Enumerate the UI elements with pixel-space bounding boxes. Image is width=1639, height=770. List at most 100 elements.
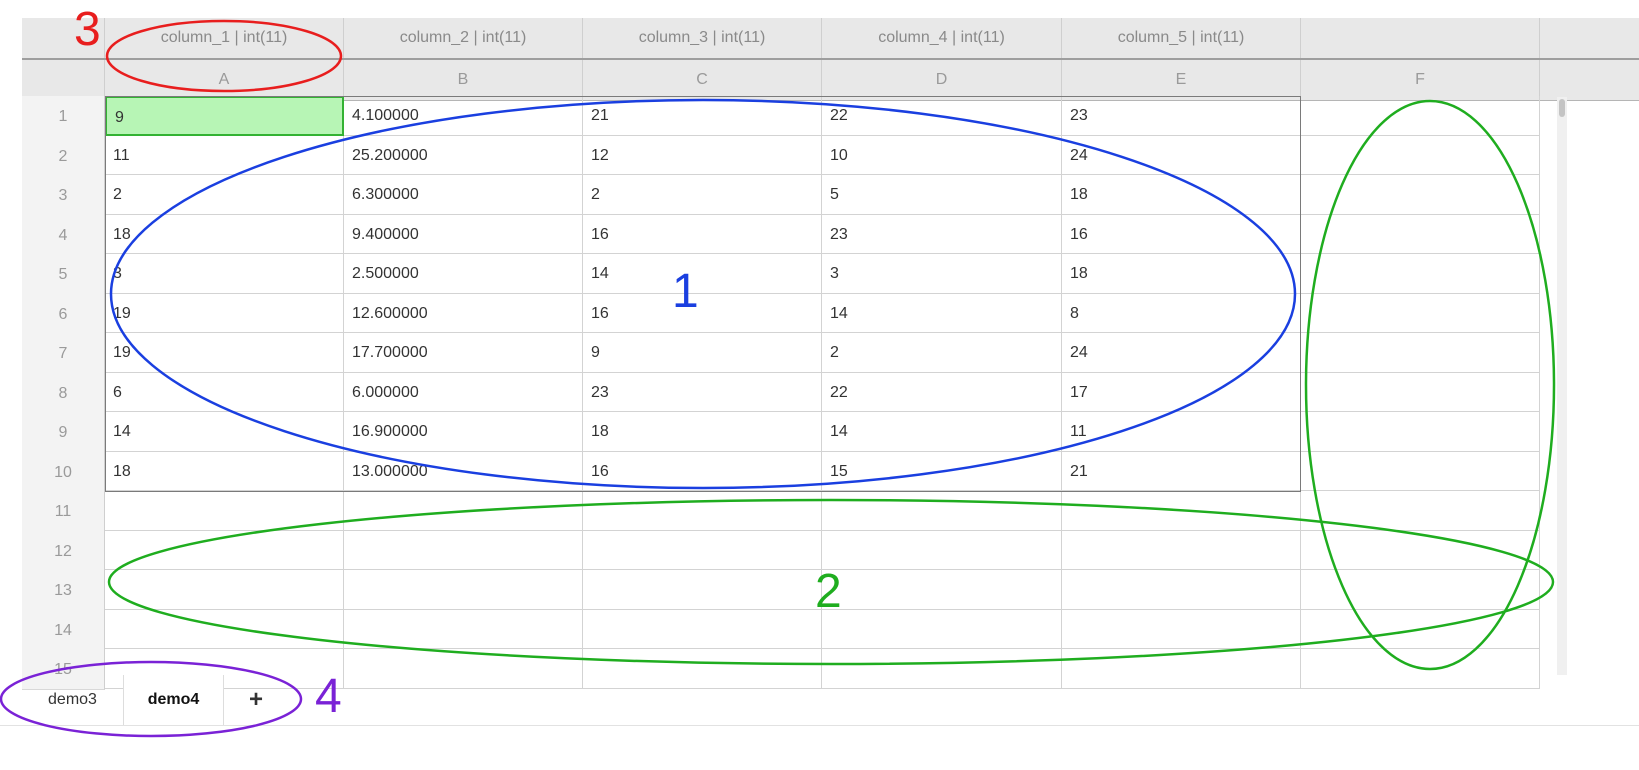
cell-c14[interactable] xyxy=(583,609,822,649)
cell-f8[interactable] xyxy=(1301,372,1540,412)
cell-d2[interactable]: 10 xyxy=(822,135,1062,175)
cell-d3[interactable]: 5 xyxy=(822,175,1062,215)
cell-f9[interactable] xyxy=(1301,412,1540,452)
cell-b6[interactable]: 12.600000 xyxy=(344,293,583,333)
cell-d10[interactable]: 15 xyxy=(822,451,1062,491)
cell-a9[interactable]: 14 xyxy=(105,412,344,452)
column-header-f[interactable]: F xyxy=(1301,60,1540,100)
row-header-6[interactable]: 6 xyxy=(22,293,105,335)
cell-b10[interactable]: 13.000000 xyxy=(344,451,583,491)
cell-c3[interactable]: 2 xyxy=(583,175,822,215)
column-meta-4[interactable]: column_4 | int(11) xyxy=(822,18,1062,58)
cell-e14[interactable] xyxy=(1062,609,1301,649)
cell-c5[interactable]: 14 xyxy=(583,254,822,294)
cell-d11[interactable] xyxy=(822,491,1062,531)
column-header-c[interactable]: C xyxy=(583,60,822,100)
cell-e10[interactable]: 21 xyxy=(1062,451,1301,491)
column-header-e[interactable]: E xyxy=(1062,60,1301,100)
column-meta-2[interactable]: column_2 | int(11) xyxy=(344,18,583,58)
cell-f3[interactable] xyxy=(1301,175,1540,215)
cell-f5[interactable] xyxy=(1301,254,1540,294)
cell-b9[interactable]: 16.900000 xyxy=(344,412,583,452)
cell-f10[interactable] xyxy=(1301,451,1540,491)
cell-f11[interactable] xyxy=(1301,491,1540,531)
cell-f4[interactable] xyxy=(1301,214,1540,254)
corner-cell[interactable] xyxy=(22,60,105,100)
row-header-14[interactable]: 14 xyxy=(22,609,105,651)
cell-c2[interactable]: 12 xyxy=(583,135,822,175)
row-header-10[interactable]: 10 xyxy=(22,451,105,493)
scrollbar-thumb[interactable] xyxy=(1559,99,1565,117)
cell-b4[interactable]: 9.400000 xyxy=(344,214,583,254)
cell-d8[interactable]: 22 xyxy=(822,372,1062,412)
cell-e5[interactable]: 18 xyxy=(1062,254,1301,294)
row-header-3[interactable]: 3 xyxy=(22,175,105,216)
cell-b13[interactable] xyxy=(344,570,583,610)
column-header-d[interactable]: D xyxy=(822,60,1062,100)
cell-d4[interactable]: 23 xyxy=(822,214,1062,254)
cell-b1[interactable]: 4.100000 xyxy=(344,96,583,136)
vertical-scrollbar[interactable] xyxy=(1557,97,1567,675)
cell-e12[interactable] xyxy=(1062,530,1301,570)
cell-c13[interactable] xyxy=(583,570,822,610)
tab-demo4[interactable]: demo4 xyxy=(123,675,224,725)
cell-e9[interactable]: 11 xyxy=(1062,412,1301,452)
cell-a5[interactable]: 3 xyxy=(105,254,344,294)
row-header-4[interactable]: 4 xyxy=(22,214,105,256)
cell-f13[interactable] xyxy=(1301,570,1540,610)
column-meta-3[interactable]: column_3 | int(11) xyxy=(583,18,822,58)
cell-f2[interactable] xyxy=(1301,135,1540,175)
cell-e8[interactable]: 17 xyxy=(1062,372,1301,412)
cell-e1[interactable]: 23 xyxy=(1062,96,1301,136)
cell-a10[interactable]: 18 xyxy=(105,451,344,491)
cell-f7[interactable] xyxy=(1301,333,1540,373)
cell-a13[interactable] xyxy=(105,570,344,610)
cell-d12[interactable] xyxy=(822,530,1062,570)
cell-f1[interactable] xyxy=(1301,96,1540,136)
cell-e2[interactable]: 24 xyxy=(1062,135,1301,175)
row-header-11[interactable]: 11 xyxy=(22,491,105,532)
cell-c12[interactable] xyxy=(583,530,822,570)
tab-demo3[interactable]: demo3 xyxy=(22,675,123,725)
cell-a7[interactable]: 19 xyxy=(105,333,344,373)
cell-f14[interactable] xyxy=(1301,609,1540,649)
cell-a6[interactable]: 19 xyxy=(105,293,344,333)
cell-b3[interactable]: 6.300000 xyxy=(344,175,583,215)
cell-d1[interactable]: 22 xyxy=(822,96,1062,136)
cell-b8[interactable]: 6.000000 xyxy=(344,372,583,412)
cell-f6[interactable] xyxy=(1301,293,1540,333)
row-header-12[interactable]: 12 xyxy=(22,530,105,572)
cell-e6[interactable]: 8 xyxy=(1062,293,1301,333)
row-header-5[interactable]: 5 xyxy=(22,254,105,295)
row-header-7[interactable]: 7 xyxy=(22,333,105,374)
cell-a12[interactable] xyxy=(105,530,344,570)
cell-c4[interactable]: 16 xyxy=(583,214,822,254)
cell-c6[interactable]: 16 xyxy=(583,293,822,333)
cell-b2[interactable]: 25.200000 xyxy=(344,135,583,175)
cell-b7[interactable]: 17.700000 xyxy=(344,333,583,373)
cell-c11[interactable] xyxy=(583,491,822,531)
row-header-1[interactable]: 1 xyxy=(22,96,105,137)
column-header-a[interactable]: A xyxy=(105,60,344,100)
cell-a8[interactable]: 6 xyxy=(105,372,344,412)
cell-d9[interactable]: 14 xyxy=(822,412,1062,452)
cell-e7[interactable]: 24 xyxy=(1062,333,1301,373)
add-sheet-button[interactable]: + xyxy=(224,675,288,725)
column-meta-6[interactable] xyxy=(1301,18,1540,58)
row-header-8[interactable]: 8 xyxy=(22,372,105,414)
cell-c9[interactable]: 18 xyxy=(583,412,822,452)
cell-d7[interactable]: 2 xyxy=(822,333,1062,373)
cell-e11[interactable] xyxy=(1062,491,1301,531)
column-meta-1[interactable]: column_1 | int(11) xyxy=(105,18,344,58)
cell-a4[interactable]: 18 xyxy=(105,214,344,254)
row-header-2[interactable]: 2 xyxy=(22,135,105,177)
cell-d5[interactable]: 3 xyxy=(822,254,1062,294)
cell-d6[interactable]: 14 xyxy=(822,293,1062,333)
row-header-9[interactable]: 9 xyxy=(22,412,105,453)
cell-a3[interactable]: 2 xyxy=(105,175,344,215)
cell-b5[interactable]: 2.500000 xyxy=(344,254,583,294)
cell-a14[interactable] xyxy=(105,609,344,649)
cell-f12[interactable] xyxy=(1301,530,1540,570)
column-header-b[interactable]: B xyxy=(344,60,583,100)
cell-c8[interactable]: 23 xyxy=(583,372,822,412)
